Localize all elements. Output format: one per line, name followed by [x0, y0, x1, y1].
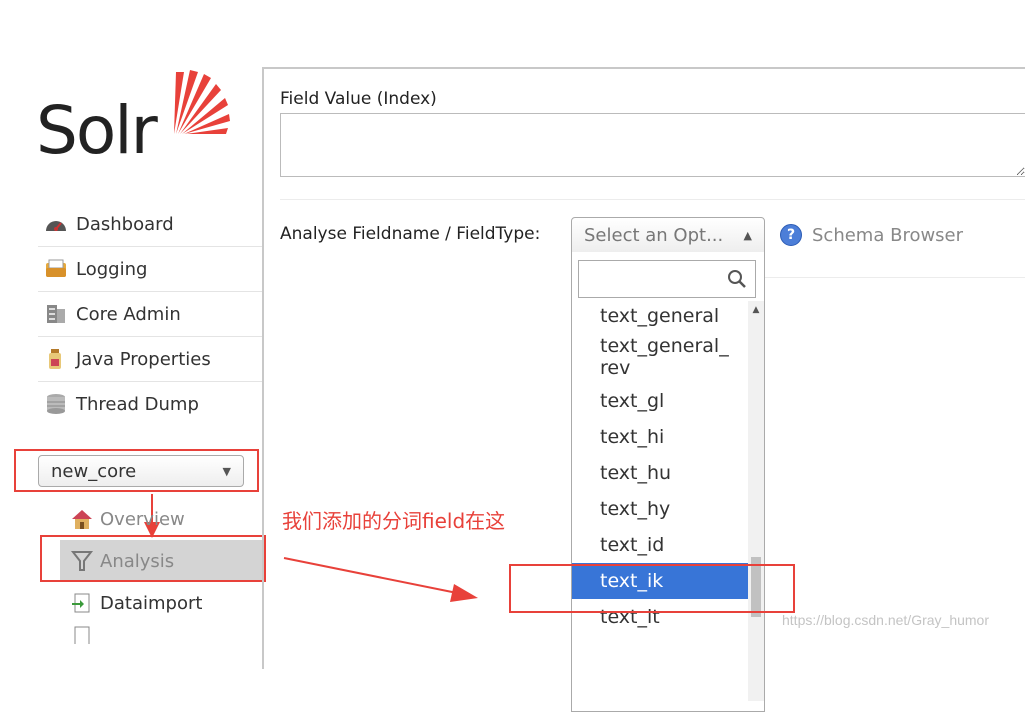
thread-dump-icon [44, 393, 68, 415]
help-icon: ? [780, 224, 802, 246]
nav-item-dashboard[interactable]: Dashboard [38, 202, 262, 247]
select-placeholder: Select an Opt... [584, 225, 724, 246]
analysis-highlight [40, 535, 266, 582]
nav-item-label: Thread Dump [76, 393, 199, 415]
dropdown-option[interactable]: text_id [572, 527, 748, 563]
divider [280, 199, 1025, 200]
core-menu-overview[interactable]: Overview [60, 498, 264, 540]
core-selector-highlight [14, 449, 259, 492]
fieldtype-label: Analyse Fieldname / FieldType: [280, 224, 541, 244]
dropdown-option[interactable]: text_hu [572, 455, 748, 491]
nav-item-java-properties[interactable]: Java Properties [38, 337, 262, 382]
home-icon [70, 508, 94, 530]
logo-text: Solr [36, 92, 158, 169]
java-properties-icon [44, 348, 68, 370]
dropdown-option[interactable]: text_hy [572, 491, 748, 527]
fieldtype-dropdown: text_general text_general_rev text_gl te… [571, 252, 765, 712]
nav-item-core-admin[interactable]: Core Admin [38, 292, 262, 337]
nav-item-label: Java Properties [76, 348, 211, 370]
nav-item-thread-dump[interactable]: Thread Dump [38, 382, 262, 426]
watermark: https://blog.csdn.net/Gray_humor [782, 612, 989, 628]
schema-browser-link[interactable]: ? Schema Browser [780, 224, 963, 246]
search-icon [727, 269, 747, 293]
nav-item-label: Dashboard [76, 213, 174, 235]
dropdown-option-text: text_general_rev [600, 335, 729, 379]
schema-browser-label: Schema Browser [812, 224, 964, 246]
fieldtype-select[interactable]: Select an Opt... ▲ [571, 217, 765, 253]
dropdown-option[interactable]: text_general [572, 301, 748, 331]
core-admin-icon [44, 303, 68, 325]
logging-icon [44, 258, 68, 280]
core-menu-documents-partial[interactable] [60, 624, 264, 644]
documents-icon [70, 624, 94, 644]
dropdown-scrollbar[interactable]: ▲ [748, 301, 764, 701]
core-menu-label: Dataimport [100, 592, 203, 614]
chevron-up-icon: ▲ [743, 229, 752, 242]
sidebar-nav: Dashboard Logging Core Admin Java Proper… [38, 202, 262, 426]
nav-item-label: Core Admin [76, 303, 181, 325]
text-ik-highlight [509, 564, 795, 613]
annotation-arrow-right [283, 557, 478, 602]
dropdown-option[interactable]: text_general_rev [572, 331, 748, 383]
dropdown-option[interactable]: text_gl [572, 383, 748, 419]
dropdown-option[interactable]: text_hi [572, 419, 748, 455]
core-menu-label: Overview [100, 508, 185, 530]
field-value-input[interactable] [280, 113, 1025, 177]
dataimport-icon [70, 592, 94, 614]
field-value-label: Field Value (Index) [280, 89, 437, 109]
annotation-text: 我们添加的分词field在这 [282, 509, 506, 533]
dashboard-icon [44, 213, 68, 235]
nav-item-logging[interactable]: Logging [38, 247, 262, 292]
scroll-up-icon[interactable]: ▲ [748, 305, 764, 315]
nav-item-label: Logging [76, 258, 148, 280]
solr-logo[interactable]: Solr [36, 64, 236, 174]
sunburst-icon [174, 70, 230, 134]
dropdown-search-input[interactable] [578, 260, 756, 298]
core-menu-dataimport[interactable]: Dataimport [60, 582, 264, 624]
